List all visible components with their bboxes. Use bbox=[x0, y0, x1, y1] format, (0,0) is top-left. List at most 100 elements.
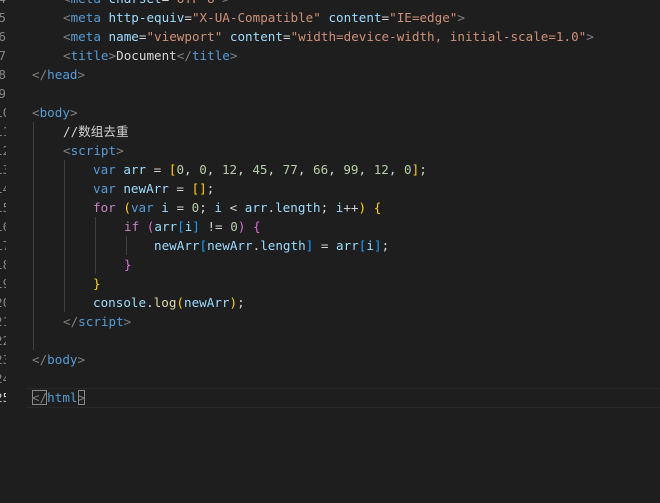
code-token: = bbox=[313, 238, 337, 253]
code-line[interactable]: 18 } bbox=[0, 255, 660, 274]
code-token: content bbox=[229, 29, 283, 44]
code-token: > bbox=[586, 29, 594, 44]
line-number: 4 bbox=[0, 0, 6, 8]
code-token: } bbox=[124, 257, 132, 272]
code-token: [ bbox=[177, 219, 185, 234]
code-token: 0 bbox=[199, 162, 207, 177]
code-token: charset bbox=[109, 0, 162, 6]
code-token: arr bbox=[154, 219, 178, 234]
code-token: var bbox=[93, 181, 116, 196]
line-content: </head> bbox=[32, 65, 85, 84]
code-line[interactable]: 9 bbox=[0, 84, 660, 103]
code-token: body bbox=[47, 352, 78, 367]
code-line[interactable]: 16 if (arr[i] != 0) { bbox=[0, 217, 660, 236]
code-token: title bbox=[70, 48, 109, 63]
code-token: , bbox=[358, 162, 374, 177]
code-token: "viewport" bbox=[146, 29, 223, 44]
code-line[interactable]: 15 for (var i = 0; i < arr.length; i++) … bbox=[0, 198, 660, 217]
code-token: ( bbox=[176, 295, 185, 310]
code-token: ) bbox=[358, 200, 367, 215]
code-line[interactable]: 12 <script> bbox=[0, 141, 660, 160]
code-token: 12 bbox=[221, 162, 238, 177]
code-token: arr bbox=[123, 162, 147, 177]
code-line[interactable]: 10 <body> bbox=[0, 103, 660, 122]
code-token: { bbox=[373, 200, 382, 215]
code-token: < bbox=[63, 0, 71, 6]
code-line[interactable]: 13 var arr = [0, 0, 12, 45, 77, 66, 99, … bbox=[0, 160, 660, 179]
code-token: 0 bbox=[176, 162, 185, 177]
line-number: 17 bbox=[0, 236, 6, 255]
code-token: log bbox=[153, 295, 177, 310]
line-number: 7 bbox=[0, 48, 6, 63]
code-token: i bbox=[366, 238, 374, 253]
code-line[interactable]: 11 //数组去重 bbox=[0, 122, 660, 141]
line-number: 21 bbox=[0, 312, 6, 331]
code-token: script bbox=[78, 314, 124, 329]
code-line[interactable]: 14 var newArr = []; bbox=[0, 179, 660, 198]
code-line[interactable]: 4 <meta charset="UTF-8"> bbox=[0, 0, 660, 8]
line-number: 12 bbox=[0, 141, 6, 160]
code-token: ; bbox=[381, 238, 390, 253]
code-token: < bbox=[63, 48, 71, 63]
code-token: < bbox=[32, 105, 40, 120]
code-token: </ bbox=[176, 48, 192, 63]
code-token: i bbox=[161, 200, 169, 215]
code-token: ; bbox=[206, 181, 215, 196]
code-token: != bbox=[199, 219, 231, 234]
code-token: </ bbox=[63, 314, 79, 329]
line-number: 24 bbox=[0, 369, 6, 388]
code-token: > bbox=[229, 48, 238, 63]
code-token: 66 bbox=[313, 162, 329, 177]
code-line[interactable]: 8 </head> bbox=[0, 65, 660, 84]
code-line[interactable]: 6 <meta name="viewport" content="width=d… bbox=[0, 27, 660, 46]
line-content: var newArr = []; bbox=[32, 179, 214, 198]
code-token: for bbox=[93, 200, 116, 215]
code-line[interactable]: 20 console.log(newArr); bbox=[0, 293, 660, 312]
code-line[interactable]: 21 </script> bbox=[0, 312, 660, 331]
code-token: [] bbox=[191, 181, 207, 196]
code-token: } bbox=[93, 276, 101, 291]
code-line-current[interactable]: 25 </html> bbox=[0, 388, 660, 408]
code-token: Document bbox=[116, 48, 177, 63]
line-number: 13 bbox=[0, 160, 6, 179]
code-token: = bbox=[184, 10, 192, 25]
code-token: ) bbox=[229, 295, 238, 310]
line-content: <meta charset="UTF-8"> bbox=[32, 0, 230, 8]
code-token: body bbox=[39, 105, 70, 120]
code-token: length bbox=[260, 238, 306, 253]
line-content: //数组去重 bbox=[32, 122, 129, 141]
code-token: 0 bbox=[230, 219, 238, 234]
code-line[interactable]: 22 bbox=[0, 331, 660, 350]
code-token: = bbox=[282, 29, 291, 44]
line-number: 19 bbox=[0, 274, 6, 293]
code-editor[interactable]: 4 <meta charset="UTF-8"> 5 <meta http-eq… bbox=[0, 0, 660, 503]
line-content: </body> bbox=[32, 350, 85, 369]
line-number: 25 bbox=[0, 388, 6, 407]
editor-lines: 4 <meta charset="UTF-8"> 5 <meta http-eq… bbox=[0, 0, 660, 408]
code-token: "UTF-8" bbox=[169, 0, 222, 6]
code-line[interactable]: 7 <title>Document</title> bbox=[0, 46, 660, 65]
code-token: http-equiv bbox=[108, 10, 185, 25]
code-token: newArr bbox=[184, 295, 230, 310]
code-line[interactable]: 23 </body> bbox=[0, 350, 660, 369]
code-line[interactable]: 24 bbox=[0, 369, 660, 388]
code-token: newArr bbox=[207, 238, 253, 253]
code-token: > bbox=[69, 105, 78, 120]
code-token: > bbox=[77, 352, 86, 367]
code-token: = bbox=[168, 200, 192, 215]
code-token: console bbox=[93, 295, 147, 310]
line-number: 14 bbox=[0, 179, 6, 198]
line-content: <meta http-equiv="X-UA-Compatible" conte… bbox=[32, 8, 465, 27]
code-line[interactable]: 17 newArr[newArr.length] = arr[i]; bbox=[0, 236, 660, 255]
code-line[interactable]: 5 <meta http-equiv="X-UA-Compatible" con… bbox=[0, 8, 660, 27]
line-number: 11 bbox=[0, 122, 6, 141]
code-token: = bbox=[168, 181, 192, 196]
code-line[interactable]: 19 } bbox=[0, 274, 660, 293]
code-token: > bbox=[77, 390, 86, 405]
line-content: </html> bbox=[32, 388, 86, 407]
code-token: , bbox=[184, 162, 200, 177]
code-token: ; bbox=[320, 200, 336, 215]
